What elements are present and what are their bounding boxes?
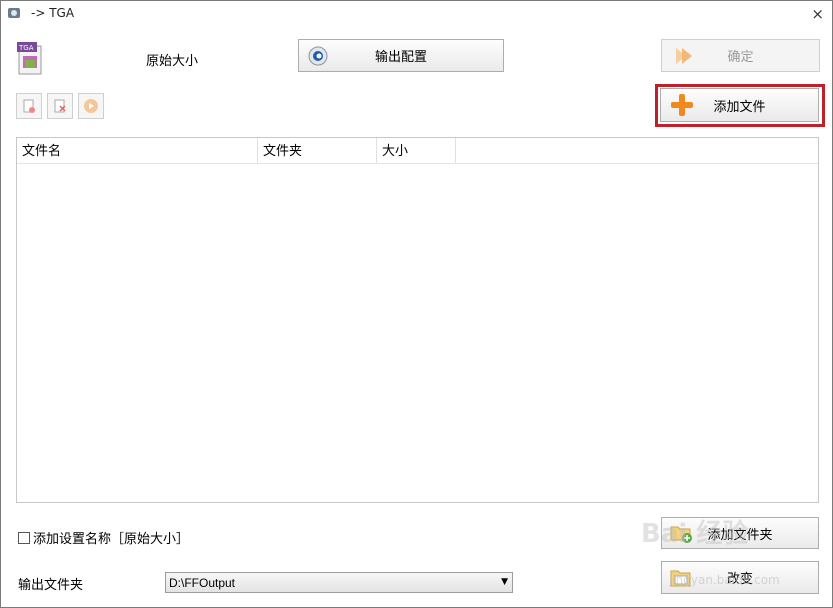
remove-file-button[interactable]	[16, 93, 42, 119]
column-header-filename[interactable]: 文件名	[17, 138, 258, 163]
folder-open-icon	[670, 570, 691, 586]
output-folder-label: 输出文件夹	[18, 578, 84, 593]
add-folder-label: 添加文件夹	[707, 527, 773, 543]
add-file-highlight-box	[655, 84, 825, 127]
title-bar: -> TGA ×	[1, 1, 832, 27]
main-window: -> TGA × TGA 原始大小 输出配置 确定 添加文件 文件名 文件夹 大…	[0, 0, 833, 608]
output-folder-select[interactable]: D:\FFOutput ▼	[165, 572, 513, 593]
add-setting-name-label: 添加设置名称［原始大小］	[33, 532, 190, 547]
play-icon	[84, 99, 98, 113]
confirm-button[interactable]: 确定	[661, 39, 820, 72]
output-config-button[interactable]: 输出配置	[298, 39, 504, 72]
file-list-header: 文件名 文件夹 大小	[17, 138, 818, 164]
config-gear-icon	[308, 46, 328, 65]
file-list[interactable]: 文件名 文件夹 大小	[16, 137, 819, 503]
confirm-label: 确定	[727, 50, 754, 65]
folder-add-icon	[670, 526, 692, 543]
format-size-label: 原始大小	[146, 54, 199, 69]
close-icon[interactable]: ×	[811, 5, 824, 23]
tga-format-icon: TGA	[17, 42, 42, 75]
window-title: -> TGA	[31, 6, 75, 20]
column-header-folder[interactable]: 文件夹	[258, 138, 377, 163]
dropdown-arrow-icon: ▼	[501, 577, 508, 587]
column-header-size[interactable]: 大小	[377, 138, 456, 163]
remove-file-icon	[23, 99, 35, 113]
add-folder-button[interactable]: 添加文件夹	[661, 517, 819, 549]
clear-list-button[interactable]	[47, 93, 73, 119]
output-folder-value: D:\FFOutput	[169, 576, 236, 590]
svg-text:TGA: TGA	[18, 44, 34, 52]
arrow-right-icon	[676, 47, 692, 64]
add-setting-name-option[interactable]: 添加设置名称［原始大小］	[18, 528, 189, 547]
add-setting-name-checkbox[interactable]	[18, 531, 30, 544]
app-icon	[8, 8, 20, 18]
clear-list-icon	[54, 99, 66, 113]
change-folder-button[interactable]: 改变	[661, 561, 819, 594]
output-config-label: 输出配置	[374, 50, 427, 65]
play-preview-button[interactable]	[78, 93, 104, 119]
change-folder-label: 改变	[726, 572, 753, 587]
